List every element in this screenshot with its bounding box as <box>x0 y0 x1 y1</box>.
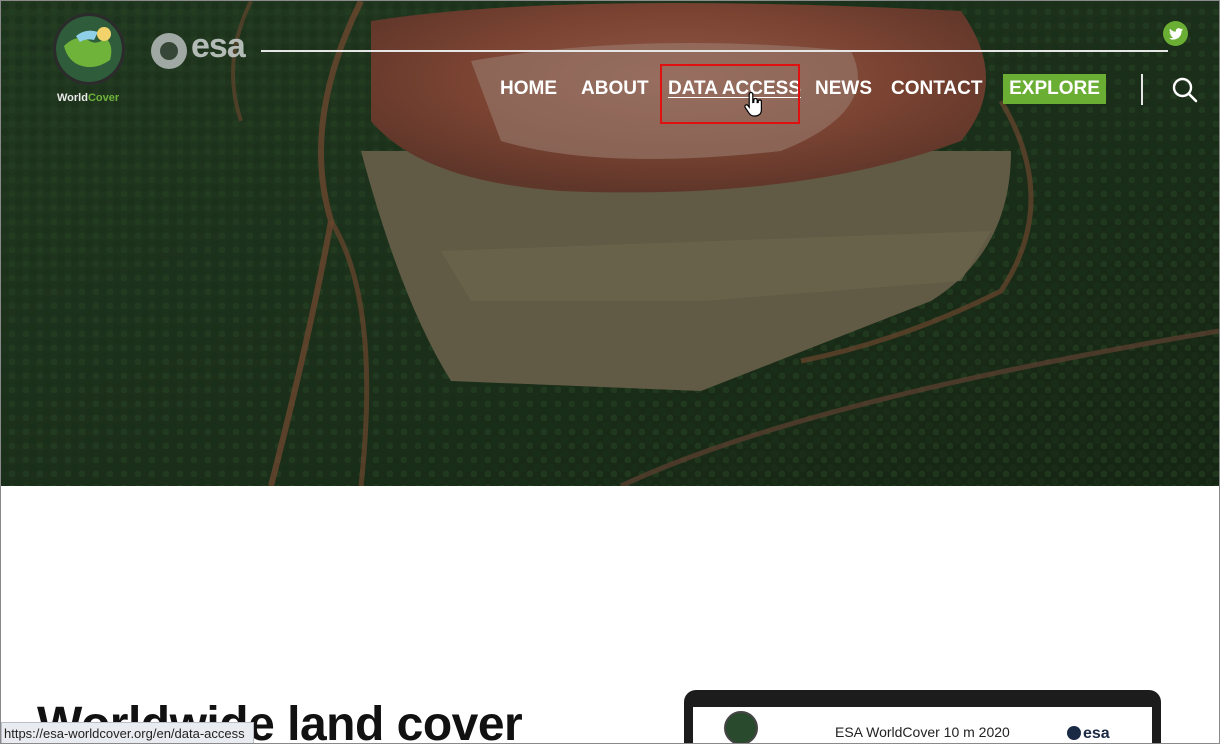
esa-logo-text: esa <box>191 27 246 65</box>
nav-news-link[interactable]: NEWS <box>815 78 872 100</box>
nav-about-link[interactable]: ABOUT <box>581 78 649 100</box>
search-icon[interactable] <box>1171 76 1199 104</box>
esa-logo-mark-icon <box>151 33 187 69</box>
browser-viewport: WorldCover esa HOME ABOUT DATA ACCESS NE… <box>0 0 1220 744</box>
nav-home-link[interactable]: HOME <box>500 78 557 100</box>
laptop-screen: ESA WorldCover 10 m 2020 esa <box>693 707 1152 743</box>
worldcover-logo[interactable]: WorldCover <box>51 13 129 105</box>
laptop-screen-esa-logo: esa <box>1067 725 1110 743</box>
worldcover-wordmark: WorldCover <box>57 92 120 104</box>
header-divider-line <box>261 50 1168 52</box>
esa-logo-mark-icon <box>1067 726 1081 740</box>
nav-contact-link[interactable]: CONTACT <box>891 78 982 100</box>
nav-divider <box>1141 74 1143 105</box>
worldcover-globe-icon <box>53 13 125 85</box>
esa-logo[interactable]: esa <box>151 27 263 73</box>
status-bar-url: https://esa-worldcover.org/en/data-acces… <box>1 722 254 743</box>
twitter-icon[interactable] <box>1163 21 1188 46</box>
hand-cursor-icon <box>744 91 764 117</box>
nav-data-access-link[interactable]: DATA ACCESS <box>668 78 801 100</box>
worldcover-globe-icon <box>724 711 758 743</box>
laptop-screen-caption: ESA WorldCover 10 m 2020 <box>835 724 1010 740</box>
explore-button[interactable]: EXPLORE <box>1003 74 1106 104</box>
